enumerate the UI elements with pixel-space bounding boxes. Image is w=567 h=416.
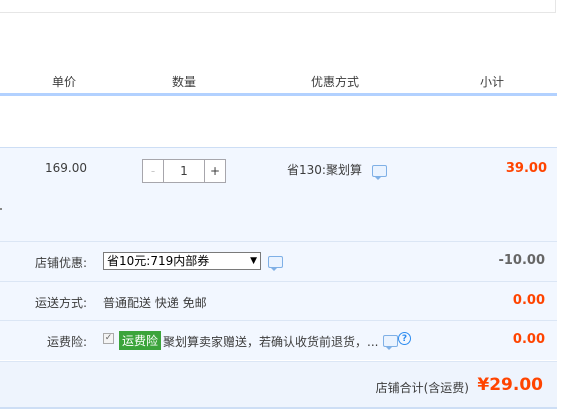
shop-discount-select[interactable]: 省10元:719内部券 ▼ [103,252,261,270]
bottom-divider [0,407,557,409]
header-quantity: 数量 [172,75,197,89]
quantity-decrease-button[interactable]: - [143,160,164,182]
shop-total-label: 店铺合计(含运费) [375,381,469,395]
insurance-tag: 运费险 [119,331,162,350]
header-divider [0,93,557,96]
question-circle-icon[interactable]: ? [398,332,411,345]
item-unit-price: 169.00 [45,161,87,175]
header-price: 单价 [52,75,77,89]
chat-bubble-icon[interactable] [371,164,387,180]
shipping-label: 运送方式: [34,296,87,310]
quantity-input[interactable]: 1 [164,160,204,182]
chat-bubble-icon[interactable] [268,256,283,271]
item-subtotal: 39.00 [505,161,547,176]
insurance-description: 聚划算卖家赠送，若确认收货前退货，... [163,335,379,349]
shipping-method: 普通配送 快递 免邮 [103,296,207,310]
item-promotion: 省130:聚划算 [287,161,387,180]
shipping-row: 运送方式: 普通配送 快递 免邮 0.00 [0,281,557,321]
insurance-label: 运费险: [46,335,87,349]
shop-discount-label: 店铺优惠: [34,256,87,270]
chat-bubble-icon[interactable] [383,335,398,350]
promotion-label: 省130:聚划算 [287,163,362,177]
row-marker [0,208,2,210]
shipping-insurance-row: 运费险: ✓ 运费险 聚划算卖家赠送，若确认收货前退货，... ? 0.00 [0,320,557,360]
shop-discount-row: 店铺优惠: 省10元:719内部券 ▼ -10.00 [0,241,557,281]
shop-discount-amount: -10.00 [498,253,545,268]
insurance-amount: 0.00 [512,332,545,347]
shipping-amount: 0.00 [512,293,545,308]
header-subtotal: 小计 [480,75,505,89]
shop-total-value: ¥29.00 [477,375,543,395]
quantity-stepper: - 1 + [142,159,226,183]
top-container-edge [0,0,556,13]
shop-total-row: 店铺合计(含运费) ¥29.00 [0,361,557,408]
header-promotion: 优惠方式 [311,75,360,89]
table-header: 单价 数量 优惠方式 小计 [0,66,557,94]
chevron-down-icon: ▼ [250,256,257,266]
insurance-checkbox[interactable]: ✓ [103,333,114,344]
quantity-increase-button[interactable]: + [204,160,225,182]
shop-discount-selected: 省10元:719内部券 [107,254,210,268]
